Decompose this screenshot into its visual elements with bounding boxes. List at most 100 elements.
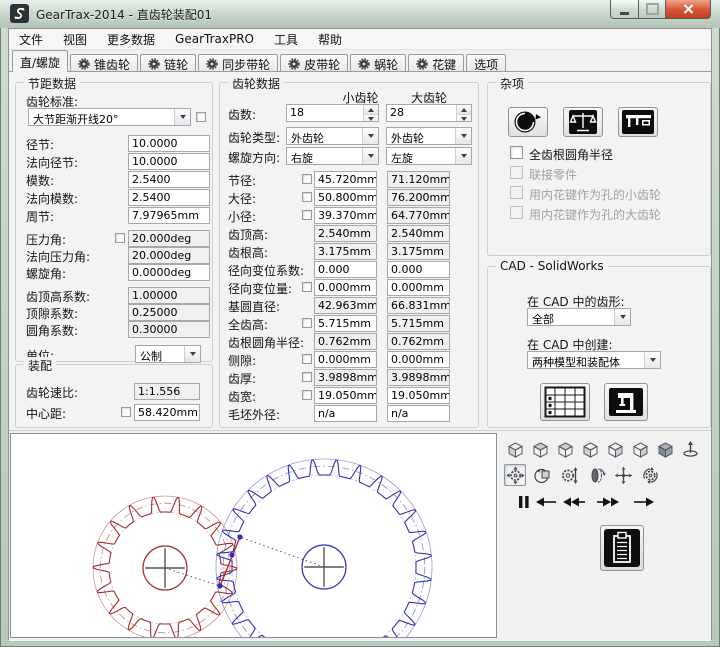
- data-table-button[interactable]: [540, 383, 590, 421]
- cad-tooth-select[interactable]: 全部: [527, 308, 631, 326]
- arrow-double-right-button[interactable]: [597, 491, 619, 513]
- menu-item-3[interactable]: GearTraxPRO: [165, 30, 264, 48]
- pinion-value-field[interactable]: 0.000mm: [314, 351, 377, 368]
- tab-7[interactable]: 选项: [466, 54, 507, 72]
- pinion-value-field[interactable]: 5.715mm: [314, 315, 377, 332]
- clipboard-button[interactable]: [600, 525, 644, 571]
- stepper-buttons[interactable]: [456, 105, 471, 121]
- arrow-right-button[interactable]: [633, 491, 655, 513]
- spin-axis-button[interactable]: [679, 438, 701, 460]
- tab-0[interactable]: 直/螺旋: [12, 50, 69, 72]
- units-select[interactable]: 公制: [135, 345, 201, 363]
- rotate-view-button[interactable]: [531, 464, 553, 486]
- tab-3[interactable]: 同步带轮: [198, 54, 279, 72]
- pinion-value-field[interactable]: 3.175mm: [314, 243, 377, 260]
- close-button[interactable]: [665, 0, 711, 19]
- step-up-icon[interactable]: [457, 105, 471, 114]
- gear-standard-checkbox[interactable]: [196, 112, 206, 122]
- caliper-button[interactable]: [618, 107, 658, 137]
- value-field[interactable]: 58.420mm: [134, 404, 200, 421]
- cube-top-button[interactable]: [554, 438, 576, 460]
- pinion-teeth-stepper[interactable]: 18: [286, 104, 379, 122]
- row-checkbox[interactable]: [302, 390, 312, 400]
- mesh-side-button[interactable]: [585, 464, 607, 486]
- value-field[interactable]: 1:1.556: [134, 383, 200, 400]
- row-checkbox[interactable]: [302, 372, 312, 382]
- machine-button[interactable]: [604, 383, 648, 421]
- menu-item-0[interactable]: 文件: [9, 29, 53, 50]
- row-checkbox[interactable]: [302, 354, 312, 364]
- row-checkbox[interactable]: [302, 318, 312, 328]
- stepper-buttons[interactable]: [363, 105, 378, 121]
- minimize-button[interactable]: [610, 0, 639, 19]
- tab-6[interactable]: 花键: [408, 54, 465, 72]
- gear-value-field[interactable]: 71.120mm: [387, 171, 450, 188]
- value-field[interactable]: 20.000deg: [128, 247, 210, 264]
- tab-1[interactable]: 锥齿轮: [70, 54, 139, 72]
- pinion-value-field[interactable]: 45.720mm: [314, 171, 377, 188]
- pinion-value-field[interactable]: 42.963mm: [314, 297, 377, 314]
- cam-button[interactable]: [508, 107, 548, 137]
- gear-value-field[interactable]: 3.9898mm: [387, 369, 450, 386]
- gear-value-field[interactable]: 5.715mm: [387, 315, 450, 332]
- pause-button[interactable]: [513, 491, 535, 513]
- value-field[interactable]: 20.000deg: [128, 230, 210, 247]
- value-field[interactable]: 0.25000: [128, 304, 210, 321]
- arrow-double-left-button[interactable]: [563, 491, 585, 513]
- pinion-type-select[interactable]: 外齿轮: [286, 127, 379, 145]
- cube-solid-button[interactable]: [654, 438, 676, 460]
- pinion-value-field[interactable]: 50.800mm: [314, 189, 377, 206]
- pinion-value-field[interactable]: 2.540mm: [314, 225, 377, 242]
- pinion-value-field[interactable]: 39.370mm: [314, 207, 377, 224]
- row-checkbox[interactable]: [302, 210, 312, 220]
- gear-type-select[interactable]: 外齿轮: [386, 127, 472, 145]
- pinion-value-field[interactable]: n/a: [314, 405, 377, 422]
- misc-checkbox-1[interactable]: [510, 166, 523, 179]
- pinion-hand-select[interactable]: 右旋: [286, 147, 379, 165]
- gear-value-field[interactable]: 0.000mm: [387, 351, 450, 368]
- row-checkbox[interactable]: [302, 192, 312, 202]
- gear-value-field[interactable]: n/a: [387, 405, 450, 422]
- menu-item-1[interactable]: 视图: [53, 29, 97, 50]
- row-checkbox[interactable]: [115, 233, 125, 243]
- zoom-gear-button[interactable]: [558, 464, 580, 486]
- misc-checkbox-2[interactable]: [510, 186, 523, 199]
- cube-bottom-button[interactable]: [629, 438, 651, 460]
- gear-hand-select[interactable]: 左旋: [386, 147, 472, 165]
- gear-value-field[interactable]: 64.770mm: [387, 207, 450, 224]
- gear-value-field[interactable]: 76.200mm: [387, 189, 450, 206]
- misc-checkbox-0[interactable]: [510, 146, 523, 159]
- value-field[interactable]: 7.97965mm: [128, 207, 210, 224]
- gear-value-field[interactable]: 0.762mm: [387, 333, 450, 350]
- arrow-left-button[interactable]: [535, 491, 557, 513]
- menu-item-5[interactable]: 帮助: [308, 29, 352, 50]
- gear-value-field[interactable]: 19.050mm: [387, 387, 450, 404]
- balance-scale-button[interactable]: [563, 107, 603, 137]
- step-down-icon[interactable]: [457, 114, 471, 121]
- pinion-value-field[interactable]: 0.762mm: [314, 333, 377, 350]
- menu-item-2[interactable]: 更多数据: [97, 29, 165, 50]
- pinion-value-field[interactable]: 3.9898mm: [314, 369, 377, 386]
- gear-value-field[interactable]: 3.175mm: [387, 243, 450, 260]
- maximize-button[interactable]: [638, 0, 666, 19]
- menu-item-4[interactable]: 工具: [264, 29, 308, 50]
- value-field[interactable]: 10.0000: [128, 153, 210, 170]
- pan-button[interactable]: [612, 464, 634, 486]
- misc-checkbox-3[interactable]: [510, 206, 523, 219]
- row-checkbox[interactable]: [121, 407, 131, 417]
- row-checkbox[interactable]: [302, 174, 312, 184]
- tab-4[interactable]: 皮带轮: [280, 54, 349, 72]
- pinion-value-field[interactable]: 0.000mm: [314, 279, 377, 296]
- gear-teeth-stepper[interactable]: 28: [386, 104, 472, 122]
- rotate-gear-button[interactable]: [639, 464, 661, 486]
- gear-preview-canvas[interactable]: [10, 433, 497, 647]
- value-field[interactable]: 1.00000: [128, 287, 210, 304]
- step-down-icon[interactable]: [364, 114, 378, 121]
- gear-value-field[interactable]: 66.831mm: [387, 297, 450, 314]
- cube-back-button[interactable]: [529, 438, 551, 460]
- cad-create-select[interactable]: 两种模型和装配体: [527, 351, 661, 369]
- pinion-value-field[interactable]: 19.050mm: [314, 387, 377, 404]
- gear-value-field[interactable]: 0.000mm: [387, 279, 450, 296]
- cube-right-button[interactable]: [604, 438, 626, 460]
- gear-standard-select[interactable]: 大节距渐开线20°: [28, 108, 191, 126]
